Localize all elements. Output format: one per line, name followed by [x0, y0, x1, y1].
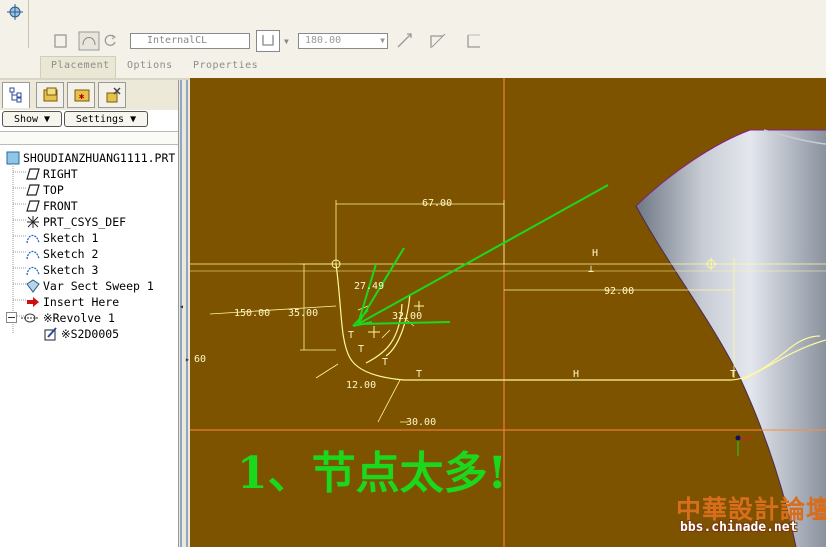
dim-60[interactable]: 60 — [194, 354, 206, 365]
constraint-tangent: T — [416, 369, 423, 380]
tab-favorites[interactable]: ✱ — [67, 82, 95, 108]
datum-plane-icon — [26, 184, 40, 196]
revolved-surface[interactable] — [636, 130, 826, 547]
insert-arrow-icon — [27, 297, 39, 307]
constraint-horizontal: H — [592, 248, 599, 259]
svg-text:✱: ✱ — [79, 92, 85, 102]
tree-item-label: FRONT — [43, 199, 78, 213]
tab-properties[interactable]: Properties — [193, 57, 258, 75]
tree-item-label: ※Revolve 1 — [43, 311, 115, 325]
angle-type-dropdown-arrow[interactable]: ▼ — [284, 37, 289, 46]
dim-27-49[interactable]: 27.49 — [354, 281, 384, 292]
splitter-bar — [186, 80, 188, 547]
tree-item-label: ※S2D0005 — [61, 327, 120, 341]
tree-item-label: RIGHT — [43, 167, 78, 181]
constraint-perpendicular: ⊥ — [588, 264, 595, 275]
tree-item-label: TOP — [43, 183, 64, 197]
sketch-arc-2[interactable] — [385, 293, 411, 357]
separator — [28, 0, 29, 48]
tree-item-label: Insert Here — [43, 295, 120, 309]
thicken-icon[interactable] — [466, 33, 482, 49]
dim-92[interactable]: 92.00 — [604, 286, 634, 297]
annotation-text: 1、节点太多! — [237, 448, 507, 499]
dim-32[interactable]: 32.00 — [392, 311, 422, 322]
model-tree: SHOUDIANZHUANG1111.PRT RIGHT TOP FRONT P… — [0, 150, 178, 350]
sketch-icon — [26, 234, 40, 244]
rotate-axis-icon[interactable] — [102, 33, 118, 49]
sketch-icon — [26, 266, 40, 276]
tab-placement[interactable]: Placement — [51, 57, 110, 75]
flip-direction-icon[interactable] — [396, 32, 414, 50]
datum-plane-icon — [26, 168, 40, 180]
tab-options[interactable]: Options — [127, 57, 173, 75]
part-icon — [6, 151, 20, 165]
show-button[interactable]: Show ▼ — [2, 111, 62, 127]
sweep-icon — [26, 279, 40, 293]
splitter-bar — [180, 80, 182, 547]
section-icon — [44, 327, 57, 341]
dim-67[interactable]: 67.00 — [422, 198, 452, 209]
tree-item-label: PRT_CSYS_DEF — [43, 215, 127, 229]
datum-plane-icon — [26, 200, 40, 212]
angle-type-button[interactable] — [256, 30, 280, 52]
revolve-dashboard: InternalCL ▼ 180.00 ▼ Placement Options … — [0, 0, 826, 79]
constraint-tangent: T — [382, 357, 389, 368]
solid-icon[interactable] — [53, 33, 69, 49]
tab-folder-browser[interactable] — [36, 82, 64, 108]
tree-item-label: Sketch 2 — [43, 247, 99, 261]
variable-angle-icon — [262, 35, 274, 46]
surface-icon[interactable] — [78, 31, 100, 51]
model-tree-icon — [9, 87, 22, 103]
revolve-icon — [21, 313, 39, 323]
settings-button[interactable]: Settings ▼ — [64, 111, 148, 127]
tree-item-label: Sketch 3 — [43, 263, 99, 277]
sketch-icon — [26, 250, 40, 260]
annotation-arrows — [357, 184, 609, 325]
dim-150[interactable]: 150.00 — [234, 308, 270, 319]
connections-icon — [106, 87, 121, 103]
tree-item-label: SHOUDIANZHUANG1111.PRT — [23, 151, 176, 165]
sketch-tool-icon[interactable] — [5, 2, 25, 22]
axis-placement-field[interactable]: InternalCL — [130, 33, 250, 49]
csys-triad-icon — [735, 435, 752, 456]
collapse-minus-icon[interactable] — [6, 312, 17, 323]
constraint-tangent: T — [358, 344, 365, 355]
collapse-left-arrow-icon[interactable]: ◂ — [179, 302, 184, 311]
tree-column-header — [0, 131, 178, 145]
remove-material-icon[interactable] — [428, 31, 448, 51]
constraint-tangent: T — [730, 369, 737, 380]
dim-12[interactable]: 12.00 — [346, 380, 376, 391]
tree-item-label: Var Sect Sweep 1 — [43, 279, 154, 293]
watermark: 中華設計論壇 bbs.chinade.net — [672, 490, 826, 542]
watermark-url: bbs.chinade.net — [680, 520, 798, 535]
dim-30[interactable]: 30.00 — [406, 417, 436, 428]
dim-35[interactable]: 35.00 — [288, 308, 318, 319]
constraint-tangent: T — [348, 330, 355, 341]
csys-icon — [27, 216, 39, 228]
favorites-folder-icon: ✱ — [74, 89, 90, 102]
tree-item-label: Sketch 1 — [43, 231, 99, 245]
folder-icon — [43, 87, 58, 102]
constraint-horizontal: H — [573, 369, 580, 380]
tab-model-tree[interactable] — [2, 82, 30, 108]
angle-value-field[interactable]: 180.00 ▼ — [298, 33, 388, 49]
panel-splitter[interactable]: ◂ ▸ — [179, 80, 190, 547]
navigator-tabs: ✱ — [0, 80, 178, 110]
tab-connections[interactable] — [98, 82, 126, 108]
